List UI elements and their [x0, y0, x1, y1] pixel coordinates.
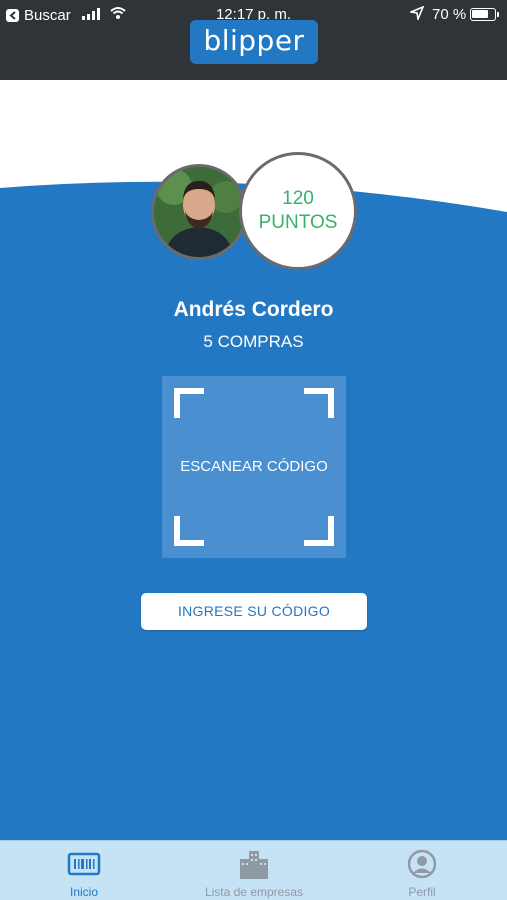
- tab-lista-empresas[interactable]: Lista de empresas: [184, 841, 324, 900]
- battery-percentage: 70 %: [432, 6, 467, 23]
- user-name: Andrés Cordero: [173, 298, 334, 321]
- tab-lista-empresas-label: Lista de empresas: [204, 885, 304, 899]
- tab-perfil-label: Perfil: [408, 885, 436, 899]
- scan-label: ESCANEAR CÓDIGO: [180, 458, 328, 475]
- blipper-logo: blipper: [190, 20, 318, 64]
- tab-inicio-label: Inicio: [69, 885, 98, 899]
- barcode-icon: [67, 852, 101, 876]
- points-label: PUNTOS: [258, 212, 338, 233]
- scan-frame-corner-icon: [174, 516, 204, 546]
- enter-code-button[interactable]: INGRESE SU CÓDIGO: [141, 593, 367, 630]
- points-badge: 120 PUNTOS: [239, 152, 357, 270]
- user-photo-icon: [154, 167, 244, 257]
- tab-perfil[interactable]: Perfil: [382, 841, 462, 900]
- location-arrow-icon: [408, 5, 425, 24]
- buildings-icon: [240, 851, 268, 879]
- battery-icon: [470, 8, 499, 21]
- avatar[interactable]: [151, 164, 247, 260]
- tab-inicio[interactable]: Inicio: [44, 841, 124, 900]
- points-value: 120: [282, 188, 314, 209]
- scan-frame-corner-icon: [174, 388, 204, 418]
- purchases-count: 5 COMPRAS: [203, 332, 304, 351]
- scan-code-button[interactable]: ESCANEAR CÓDIGO: [162, 376, 346, 558]
- user-icon: [407, 849, 437, 879]
- scan-frame-corner-icon: [304, 516, 334, 546]
- tab-bar: Inicio Lista de empresas Perfil: [0, 840, 507, 900]
- scan-frame-corner-icon: [304, 388, 334, 418]
